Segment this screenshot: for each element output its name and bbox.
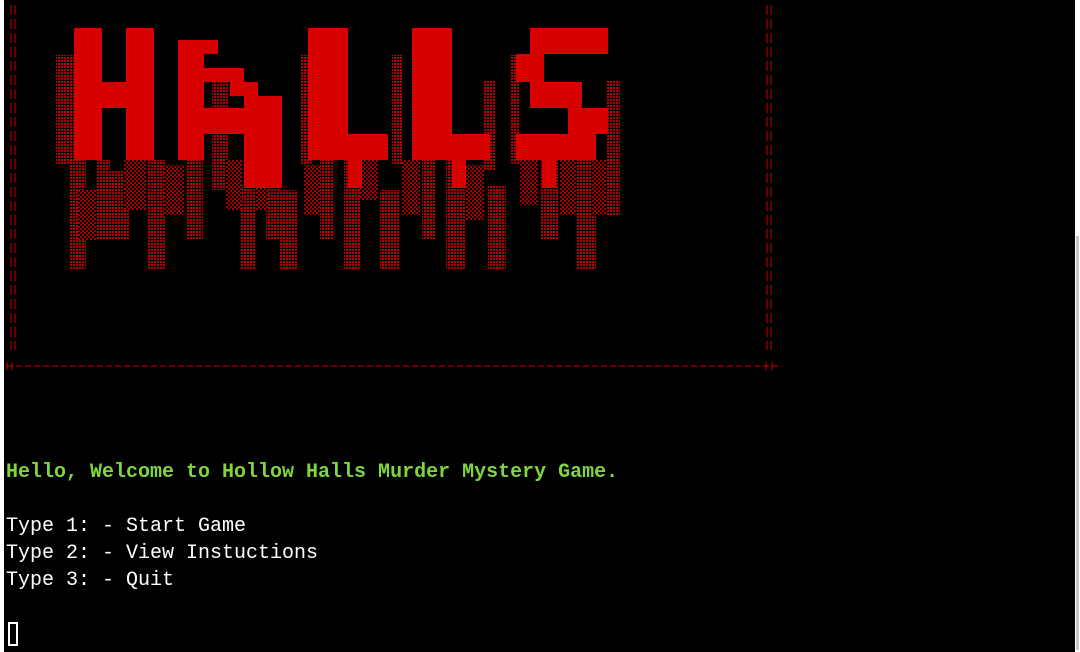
terminal-window[interactable]: Hello, Welcome to Hollow Halls Murder My… bbox=[4, 0, 1075, 652]
welcome-message: Hello, Welcome to Hollow Halls Murder My… bbox=[6, 461, 619, 484]
scrollbar-thumb[interactable] bbox=[1076, 236, 1079, 650]
menu-option-start-game: Type 1: - Start Game bbox=[6, 515, 247, 538]
menu-option-quit: Type 3: - Quit bbox=[6, 569, 175, 592]
text-cursor[interactable] bbox=[8, 622, 18, 646]
menu-option-view-instructions: Type 2: - View Instuctions bbox=[6, 542, 319, 565]
ascii-art-banner bbox=[6, 5, 782, 370]
